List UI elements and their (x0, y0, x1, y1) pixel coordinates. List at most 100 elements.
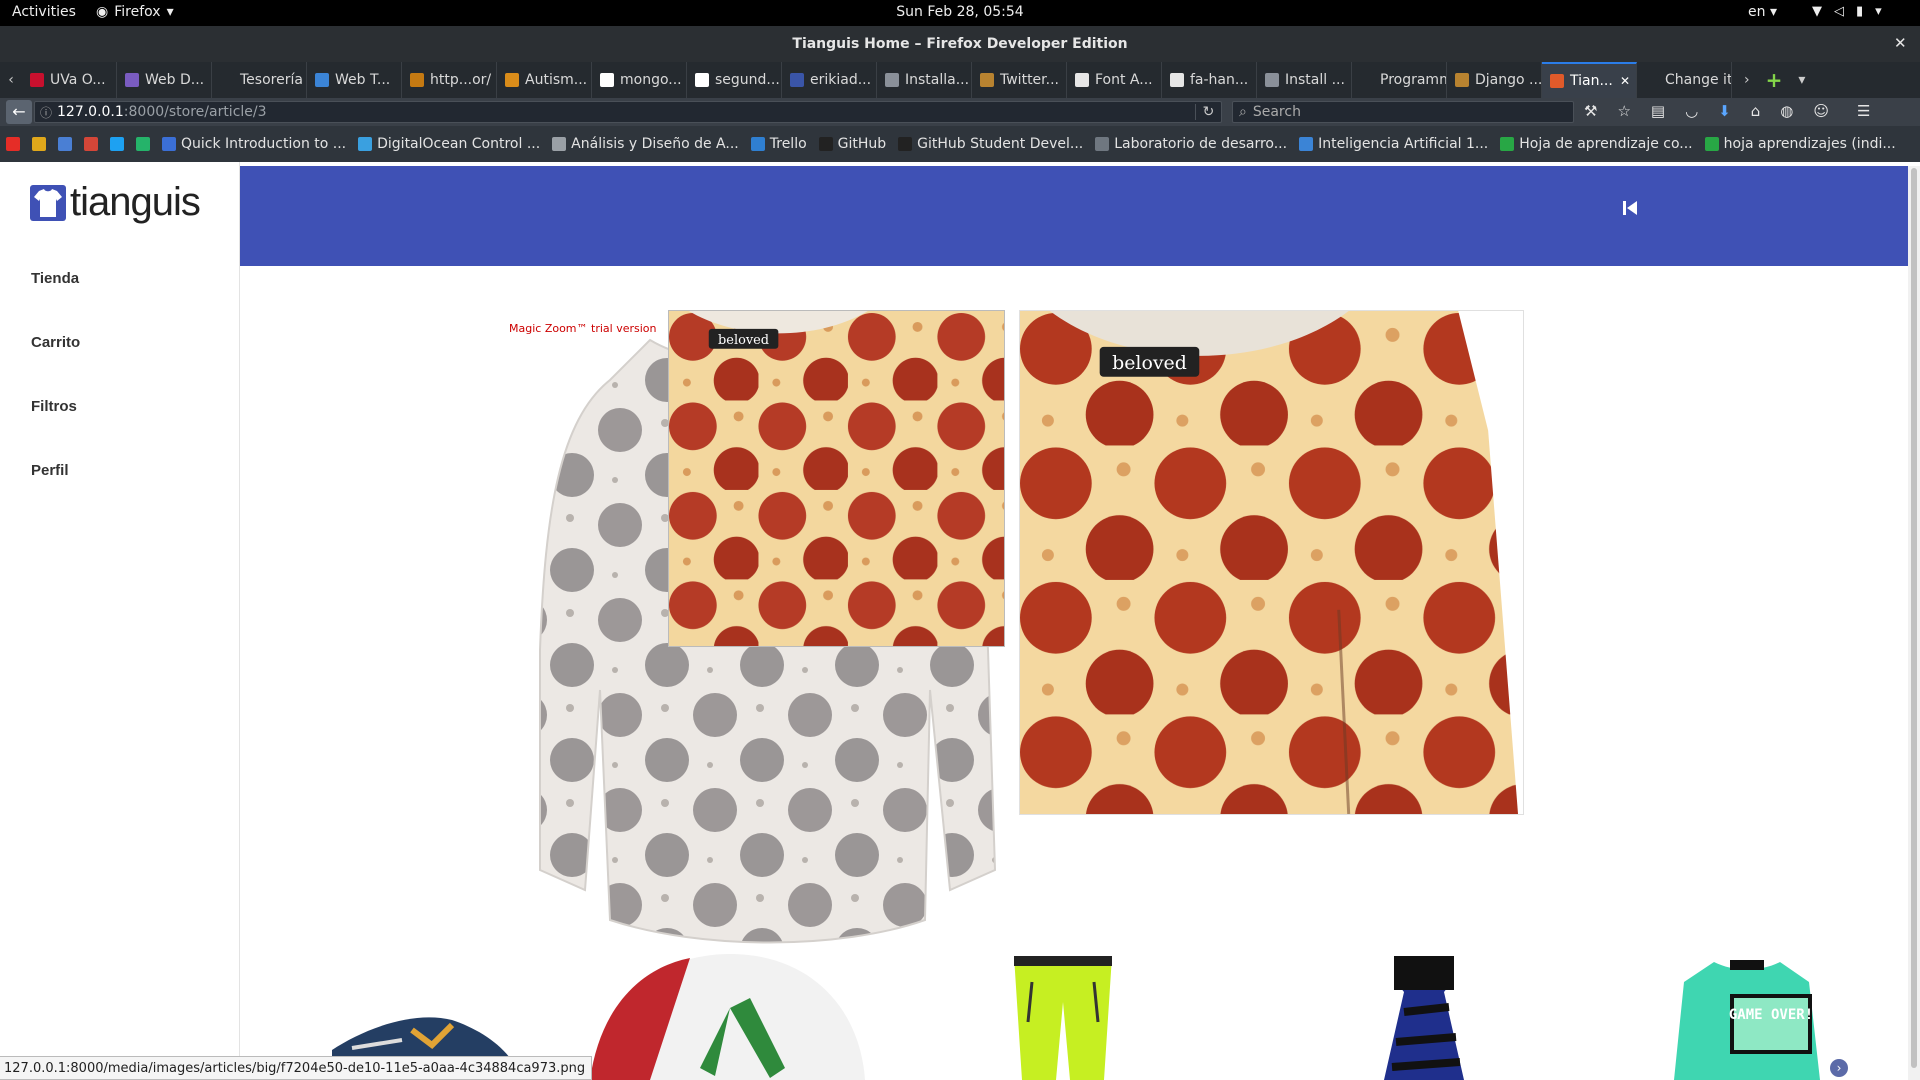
tab-4[interactable]: http...or/ (402, 62, 497, 98)
system-tray[interactable]: ▼ ◁ ▮ ▾ (1812, 4, 1882, 19)
brand-logo[interactable]: tianguis (30, 180, 201, 225)
sidebar: tianguis Tienda Carrito Filtros Perfil (0, 162, 240, 1080)
carousel-next-button[interactable]: › (1830, 1059, 1848, 1077)
tab-7[interactable]: segund... (687, 62, 782, 98)
twitter-icon[interactable] (110, 137, 124, 151)
url-bar[interactable]: ⓘ 127.0.0.1:8000/store/article/3 ↻ (34, 101, 1222, 123)
tab-favicon-icon (220, 73, 234, 87)
tab-6[interactable]: mongo... (592, 62, 687, 98)
reading-list-icon[interactable]: ▤ (1651, 102, 1665, 120)
bookmark-item[interactable]: Laboratorio de desarro... (1095, 136, 1287, 152)
bookmark-star-icon[interactable]: ☆ (1617, 102, 1630, 120)
home-icon[interactable]: ⌂ (1751, 102, 1761, 120)
bookmark-item[interactable]: Quick Introduction to ... (162, 136, 346, 152)
tab-label: segund... (715, 72, 780, 88)
developer-icon[interactable]: ◍ (1780, 102, 1793, 120)
tab-17[interactable]: Change ite... (1637, 62, 1732, 98)
bookmark-item[interactable]: Análisis y Diseño de A... (552, 136, 739, 152)
skip-previous-icon[interactable] (1618, 196, 1642, 220)
system-top-bar: Activities ◉ Firefox ▾ Sun Feb 28, 05:54… (0, 0, 1920, 26)
back-button[interactable]: ← (6, 100, 32, 124)
reload-icon[interactable]: ↻ (1195, 104, 1221, 120)
menu-item-filtros[interactable]: Filtros (31, 398, 77, 415)
wrench-icon[interactable]: ⚒ (1584, 102, 1597, 120)
window-close-icon[interactable]: ✕ (1894, 34, 1907, 52)
bookmark-item[interactable]: DigitalOcean Control ... (358, 136, 540, 152)
tab-label: Autism... (525, 72, 588, 88)
language-indicator[interactable]: en ▾ (1748, 4, 1777, 20)
window-title: Tianguis Home – Firefox Developer Editio… (792, 36, 1128, 52)
brand-tag-text: beloved (718, 333, 769, 348)
tab-12[interactable]: fa-han... (1162, 62, 1257, 98)
thumbnail-cap[interactable] (580, 948, 870, 1080)
gmail-icon[interactable] (84, 137, 98, 151)
flag-icon[interactable] (136, 137, 150, 151)
tab-close-icon[interactable]: ✕ (1620, 74, 1630, 88)
menu-item-tienda[interactable]: Tienda (31, 270, 79, 287)
bookmark-item[interactable]: Hoja de aprendizaje co... (1500, 136, 1693, 152)
tab-15[interactable]: Django ... (1447, 62, 1542, 98)
scrollbar-thumb[interactable] (1911, 168, 1917, 1068)
tab-5[interactable]: Autism... (497, 62, 592, 98)
url-host: 127.0.0.1 (57, 104, 124, 120)
tab-list-icon[interactable]: ▾ (1798, 72, 1805, 88)
tab-9[interactable]: Installa... (877, 62, 972, 98)
tab-2[interactable]: Tesorería (212, 62, 307, 98)
tab-11[interactable]: Font A... (1067, 62, 1162, 98)
tab-controls: › + ▾ (1732, 62, 1805, 98)
tab-1[interactable]: Web D... (117, 62, 212, 98)
infinity-icon[interactable] (58, 137, 72, 151)
menu-item-carrito[interactable]: Carrito (31, 334, 80, 351)
bookmark-item[interactable]: Inteligencia Artificial 1... (1299, 136, 1488, 152)
chat-icon[interactable]: ☺ (1813, 102, 1829, 120)
search-input[interactable]: ⌕ Search (1232, 101, 1574, 123)
page-scrollbar[interactable] (1908, 166, 1920, 1080)
bookmark-label: GitHub (837, 136, 887, 152)
bookmark-label: Quick Introduction to ... (181, 136, 347, 152)
bookmark-item[interactable]: GitHub (818, 136, 887, 152)
tab-favicon-icon (1360, 73, 1374, 87)
bookmark-label: Análisis y Diseño de A... (571, 136, 739, 152)
thumbnail-pants[interactable] (1008, 952, 1118, 1080)
tab-10[interactable]: Twitter... (972, 62, 1067, 98)
bookmark-item[interactable]: GitHub Student Devel... (898, 136, 1083, 152)
app-menu[interactable]: ◉ Firefox ▾ (96, 4, 174, 20)
tab-label: erikiad... (810, 72, 872, 88)
tab-0[interactable]: UVa O... (22, 62, 117, 98)
download-icon[interactable]: ⬇ (1718, 102, 1731, 120)
arrow-left-icon: ← (12, 102, 26, 121)
status-bar: 127.0.0.1:8000/media/images/articles/big… (0, 1056, 593, 1080)
zoom-lens[interactable]: beloved (668, 310, 1005, 647)
tab-13[interactable]: Install ... (1257, 62, 1352, 98)
tab-favicon-icon (600, 73, 614, 87)
new-tab-icon[interactable]: + (1766, 68, 1783, 92)
menu-item-perfil[interactable]: Perfil (31, 462, 69, 479)
bookmark-favicon-icon (750, 137, 765, 151)
bookmark-item[interactable]: hoja aprendizajes (indi... (1704, 136, 1896, 152)
bookmark-favicon-icon (818, 137, 833, 151)
youtube-icon[interactable] (6, 137, 20, 151)
bookmark-label: hoja aprendizajes (indi... (1723, 136, 1896, 152)
tab-label: fa-han... (1190, 72, 1249, 88)
activities-button[interactable]: Activities (12, 4, 76, 20)
bookmarks-toolbar: Quick Introduction to ... DigitalOcean Co… (0, 126, 1920, 162)
hamburger-menu-icon[interactable]: ☰ (1857, 102, 1870, 120)
thumbnail-dress[interactable] (1374, 952, 1474, 1080)
tab-scroll-right-icon[interactable]: › (1744, 72, 1750, 88)
tab-scroll-left-icon[interactable]: ‹ (0, 62, 22, 98)
tab-3[interactable]: Web T... (307, 62, 402, 98)
bookmark-item[interactable]: Trello (750, 136, 807, 152)
info-icon[interactable]: ⓘ (35, 104, 57, 121)
badge-icon[interactable] (32, 137, 46, 151)
tab-14[interactable]: Programmi... (1352, 62, 1447, 98)
chevron-down-icon: ▾ (166, 4, 174, 20)
thumbnail-sweater[interactable]: GAME OVER! (1674, 952, 1820, 1080)
system-clock[interactable]: Sun Feb 28, 05:54 (896, 4, 1023, 20)
tab-8[interactable]: erikiad... (782, 62, 877, 98)
tab-16[interactable]: Tian... ✕ (1542, 62, 1637, 98)
battery-icon: ▮ (1856, 4, 1864, 19)
tab-label: Web T... (335, 72, 391, 88)
pocket-icon[interactable]: ◡ (1685, 102, 1698, 120)
tab-label: Tian... (1570, 73, 1613, 89)
tab-strip: ‹ UVa O... Web D... Tesorería Web T... http.… (0, 62, 1920, 98)
